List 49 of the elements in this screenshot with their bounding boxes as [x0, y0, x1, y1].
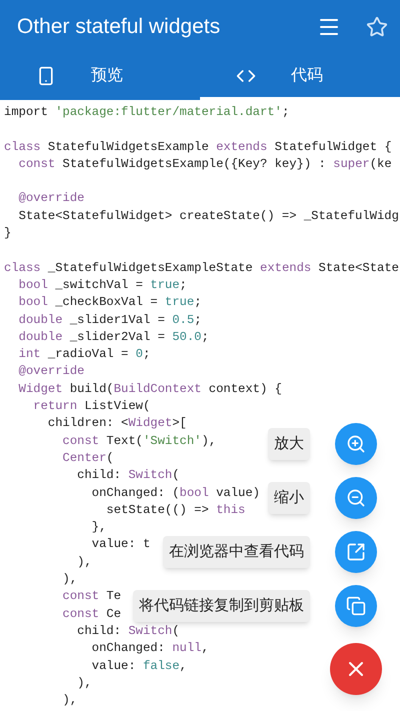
code-line: const Te — [62, 588, 122, 606]
code-line: child: Switch( — [76, 622, 180, 640]
code-line: bool _checkBoxVal = true; — [18, 294, 202, 312]
code-line: Center( — [62, 450, 114, 467]
tab[interactable]: 代码 — [200, 54, 400, 100]
code-line: onChanged: null, — [90, 640, 209, 658]
open-external-icon — [346, 542, 366, 562]
action-label[interactable]: 放大 — [268, 428, 310, 460]
code-line: import 'package:flutter/material.dart'; — [4, 104, 290, 121]
app-title: Other stateful widgets — [17, 14, 222, 40]
code-line: value: false, — [90, 658, 187, 674]
code-line: setState(() => this — [105, 502, 246, 519]
zoom-out-icon — [346, 488, 366, 508]
code-line: return ListView( — [32, 398, 150, 416]
code-line: ), — [76, 554, 92, 571]
code-line: onChanged: (bool value) — [90, 484, 260, 502]
code-line: class StatefulWidgetsExample extends StatefulWidget { — [4, 138, 392, 156]
code-line: value: t — [90, 536, 150, 554]
code-line: @override — [18, 363, 84, 380]
code-line: int _radioVal = 0; — [18, 346, 150, 364]
code-line: Widget build(BuildContext context) { — [18, 380, 282, 398]
code-line: ), — [76, 674, 92, 692]
code-line: State<StatefulWidget> createState() => _StatefulWidg — [18, 208, 399, 225]
zoom-in-icon — [346, 434, 366, 454]
action-button[interactable] — [335, 423, 377, 465]
action-button[interactable] — [335, 531, 377, 573]
code-line: const Ce — [62, 606, 122, 623]
code-line: ), — [62, 571, 78, 588]
close-button[interactable] — [330, 643, 382, 695]
code-line: class _StatefulWidgetsExampleState extends State<State — [4, 260, 399, 277]
code-line: }, — [90, 519, 106, 536]
star-icon[interactable] — [366, 16, 388, 38]
action-button[interactable] — [335, 585, 377, 627]
tab[interactable]: 预览 — [0, 54, 200, 100]
code-line: const StatefulWidgetsExample({Key? key}) : super(ke — [18, 156, 392, 173]
code-line: double _slider2Val = 50.0; — [18, 328, 209, 346]
action-label[interactable]: 缩小 — [268, 482, 310, 514]
code-line: ), — [62, 692, 78, 710]
code-line: double _slider1Val = 0.5; — [18, 312, 202, 329]
code-line: } — [4, 225, 12, 242]
action-label[interactable]: 在浏览器中查看代码 — [163, 536, 310, 568]
copy-icon — [346, 596, 366, 616]
code-line: const Text('Switch'), — [62, 432, 216, 450]
action-label[interactable]: 将代码链接复制到剪贴板 — [133, 590, 310, 622]
code-line: child: Switch( — [76, 467, 180, 484]
code-line: children: <Widget>[ — [46, 415, 187, 432]
code-line: bool _switchVal = true; — [18, 276, 187, 294]
action-button[interactable] — [335, 477, 377, 519]
code-line: @override — [18, 190, 84, 208]
